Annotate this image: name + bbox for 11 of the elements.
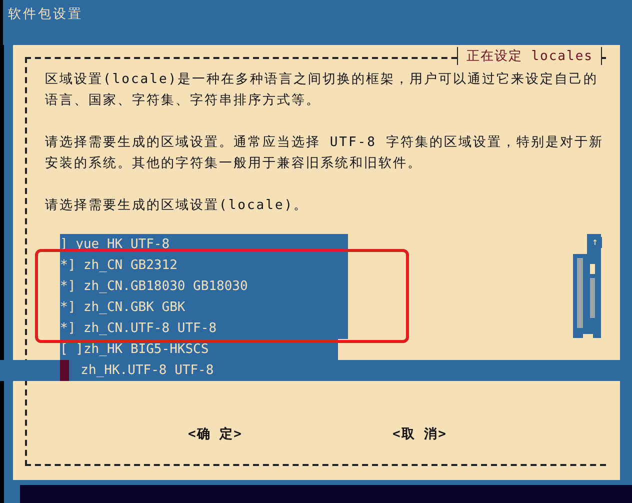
window-title: 软件包设置 [8,7,83,22]
locale-option[interactable]: *] zh_CN.GB18030 GB18030 [60,276,348,297]
locale-option[interactable]: *] zh_CN.UTF-8 UTF-8 [60,318,348,339]
locale-option[interactable]: *] zh_CN.GBK GBK [60,297,348,318]
paragraph: 区域设置(locale)是一种在多种语言之间切换的框架，用户可以通过它来设定自己的语言、国家、字符集、字符串排序方式等。 [45,71,600,110]
dialog-button[interactable]: <取 消> [392,425,447,443]
dialog-button[interactable]: <确 定> [188,425,242,443]
paragraph: 请选择需要生成的区域设置(locale)。 [45,197,310,215]
locale-option[interactable]: *] zh_CN GB2312 [60,255,348,276]
dialog-title: 正在设定 locales [457,47,602,65]
paragraph: 请选择需要生成的区域设置。通常应当选择 UTF-8 字符集的区域设置，特别是对于新安装的系统。其他的字符集一般用于兼容旧系统和旧软件。 [45,134,604,173]
